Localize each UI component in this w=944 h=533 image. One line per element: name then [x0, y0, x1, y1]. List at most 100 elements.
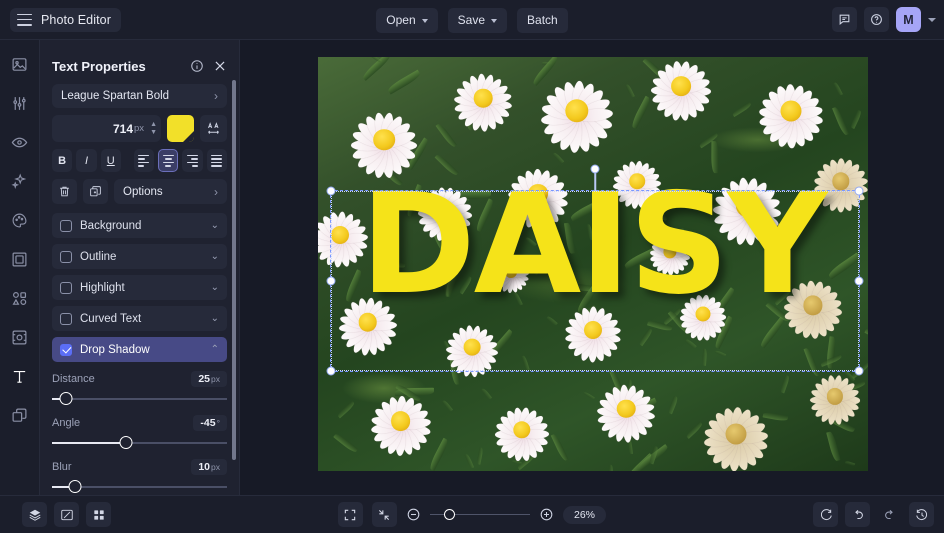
slider-value-box[interactable]: 10px — [191, 459, 227, 475]
delete-layer-button[interactable] — [52, 179, 77, 204]
slider-knob[interactable] — [60, 392, 73, 405]
section-highlight[interactable]: Highlight⌄ — [52, 275, 227, 300]
section-label: Outline — [80, 251, 116, 263]
zoom-slider[interactable] — [430, 508, 530, 522]
underline-button[interactable]: U — [101, 149, 121, 172]
section-checkbox[interactable] — [60, 282, 72, 294]
actual-size-button[interactable] — [372, 502, 397, 527]
panel-scrollbar[interactable] — [232, 80, 236, 460]
slider-blur: Blur10px — [52, 459, 227, 494]
image-canvas[interactable]: DAISY — [318, 57, 868, 471]
font-size-input[interactable]: 714 px ▲ ▼ — [52, 115, 161, 142]
duplicate-icon — [89, 185, 102, 198]
redo-button[interactable] — [877, 502, 902, 527]
handle-top-left[interactable] — [327, 187, 336, 196]
selection-box[interactable] — [331, 191, 859, 371]
text-color-swatch[interactable] — [167, 115, 194, 142]
sidebar-item-image[interactable] — [6, 50, 34, 78]
sidebar-item-elements[interactable] — [6, 284, 34, 312]
tool-rail — [0, 40, 40, 495]
handle-top-right[interactable] — [855, 187, 864, 196]
app-menu-button[interactable]: Photo Editor — [10, 8, 121, 32]
batch-button[interactable]: Batch — [517, 8, 568, 33]
chevron-down-icon — [422, 19, 428, 23]
section-checkbox[interactable] — [60, 313, 72, 325]
fit-screen-button[interactable] — [338, 502, 363, 527]
format-row: B I U — [52, 149, 227, 172]
open-button[interactable]: Open — [376, 8, 437, 33]
chevron-down-icon: ⌄ — [211, 251, 219, 262]
font-size-stepper[interactable]: ▲ ▼ — [150, 122, 157, 136]
close-button[interactable] — [213, 59, 227, 73]
account-chevron-down-icon[interactable] — [928, 18, 936, 22]
zoom-out-button[interactable] — [406, 507, 421, 522]
align-left-button[interactable] — [134, 149, 154, 172]
save-button[interactable]: Save — [448, 8, 507, 33]
help-circle-icon — [870, 13, 883, 26]
handle-middle-right[interactable] — [855, 277, 864, 286]
slider-knob[interactable] — [119, 436, 132, 449]
slider-track[interactable] — [52, 392, 227, 406]
sidebar-item-text[interactable] — [6, 362, 34, 390]
chevron-down-icon — [491, 19, 497, 23]
avatar[interactable]: M — [896, 7, 921, 32]
slider-header: Angle-45° — [52, 415, 227, 431]
align-center-button[interactable] — [158, 149, 178, 172]
section-checkbox[interactable] — [60, 251, 72, 263]
sidebar-item-crop[interactable] — [6, 323, 34, 351]
zoom-level-value[interactable]: 26% — [563, 506, 606, 524]
section-drop-shadow[interactable]: Drop Shadow⌃ — [52, 337, 227, 362]
sidebar-item-effects[interactable] — [6, 167, 34, 195]
slider-value: -45 — [200, 417, 215, 429]
section-background[interactable]: Background⌄ — [52, 213, 227, 238]
effect-sections: Background⌄ Outline ⌄ Highlight⌄ Curved Text… — [52, 213, 227, 362]
info-button[interactable] — [190, 59, 204, 73]
handle-middle-left[interactable] — [327, 277, 336, 286]
italic-button[interactable]: I — [76, 149, 96, 172]
daisy-flower — [368, 388, 434, 454]
slider-knob[interactable] — [68, 480, 81, 493]
undo-button[interactable] — [845, 502, 870, 527]
section-checkbox[interactable] — [60, 220, 72, 232]
sidebar-item-color[interactable] — [6, 206, 34, 234]
feedback-button[interactable] — [832, 7, 857, 32]
history-button[interactable] — [909, 502, 934, 527]
page-title: Text Properties — [52, 59, 146, 74]
rotate-handle[interactable] — [591, 165, 600, 174]
app-title: Photo Editor — [41, 13, 111, 27]
section-curved-text[interactable]: Curved Text⌄ — [52, 306, 227, 331]
bold-button[interactable]: B — [52, 149, 72, 172]
letter-spacing-button[interactable] — [200, 115, 227, 142]
reset-button[interactable] — [813, 502, 838, 527]
grid-button[interactable] — [86, 502, 111, 527]
slider-value-box[interactable]: -45° — [193, 415, 227, 431]
zoom-in-button[interactable] — [539, 507, 554, 522]
font-family-selector[interactable]: League Spartan Bold › — [52, 84, 227, 108]
layers-button[interactable] — [22, 502, 47, 527]
align-justify-button[interactable] — [207, 149, 227, 172]
sidebar-item-retouch[interactable] — [6, 128, 34, 156]
bottom-left-tools — [22, 502, 111, 527]
font-size-row: 714 px ▲ ▼ — [52, 115, 227, 142]
fit-screen-icon — [343, 508, 357, 522]
help-button[interactable] — [864, 7, 889, 32]
slider-value-box[interactable]: 25px — [191, 371, 227, 387]
section-checkbox[interactable] — [60, 344, 72, 356]
zoom-controls: 26% — [0, 502, 944, 527]
align-right-button[interactable] — [182, 149, 202, 172]
sidebar-item-adjust[interactable] — [6, 89, 34, 117]
handle-bottom-right[interactable] — [855, 367, 864, 376]
options-button[interactable]: Options › — [114, 179, 227, 204]
slider-unit: px — [211, 374, 220, 384]
compare-button[interactable] — [54, 502, 79, 527]
slider-track[interactable] — [52, 436, 227, 450]
zoom-slider-knob[interactable] — [444, 509, 455, 520]
app-body: Text Properties — [0, 40, 944, 495]
sidebar-item-layers[interactable] — [6, 401, 34, 429]
handle-bottom-left[interactable] — [327, 367, 336, 376]
slider-track[interactable] — [52, 480, 227, 494]
sidebar-item-frame[interactable] — [6, 245, 34, 273]
section-outline[interactable]: Outline ⌄ — [52, 244, 227, 269]
duplicate-layer-button[interactable] — [83, 179, 108, 204]
slider-angle: Angle-45° — [52, 415, 227, 450]
